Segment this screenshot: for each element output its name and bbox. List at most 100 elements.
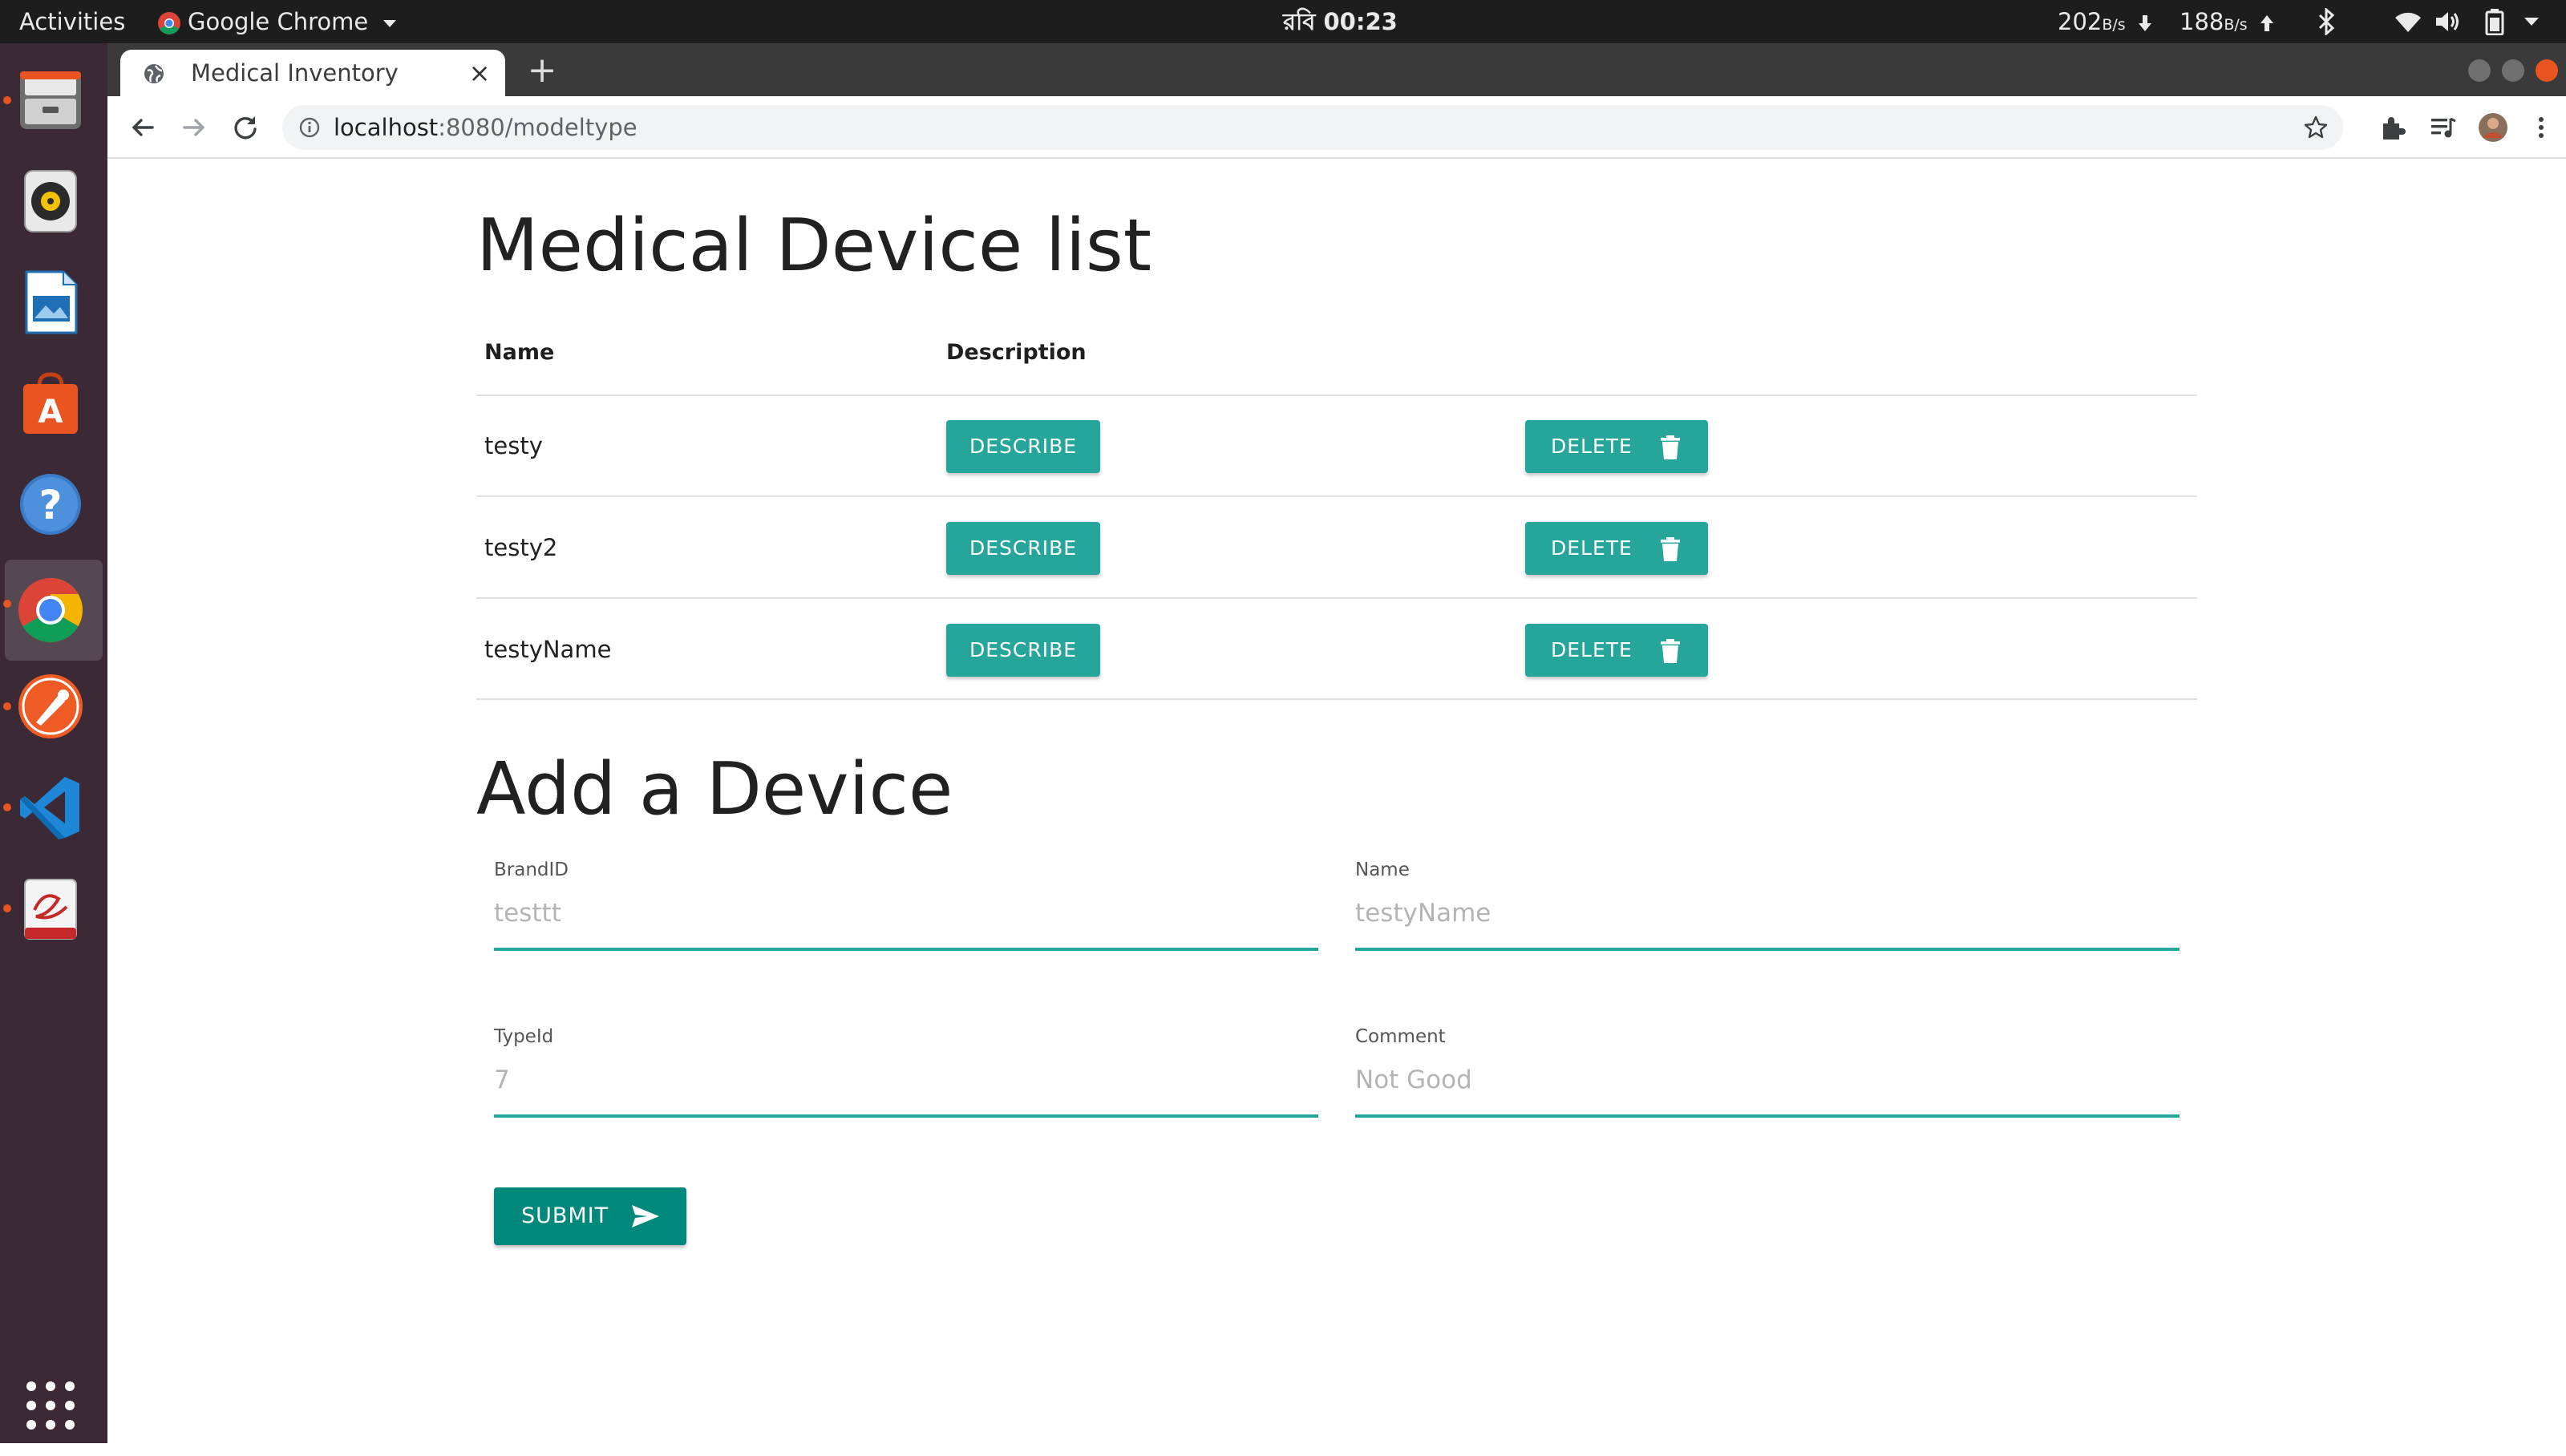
info-icon[interactable] [298,116,321,139]
add-device-heading: Add a Device [476,747,953,831]
window-close-icon[interactable] [2536,59,2558,82]
minimize-icon[interactable] [2468,59,2491,82]
name-input[interactable]: testyName [1355,901,1491,926]
net-up-unit: B/s [2224,16,2248,34]
submit-button[interactable]: SUBMIT [494,1187,686,1245]
device-name: testyName [484,636,612,663]
type-id-label: TypeId [494,1026,554,1047]
activities-button[interactable]: Activities [19,0,125,43]
tab-close-icon[interactable]: × [468,60,491,86]
name-label: Name [1355,859,1410,880]
table-divider [476,597,2197,599]
send-icon [632,1205,659,1227]
bookmark-star-icon[interactable] [2303,115,2329,140]
name-underline [1355,948,2179,951]
dock-vscode[interactable] [0,757,107,858]
running-indicator [3,803,11,811]
net-speed-up: 188B/s [2179,0,2274,43]
maximize-icon[interactable] [2502,59,2524,82]
trash-icon [1661,435,1680,459]
dock-files[interactable] [0,50,107,151]
comment-label: Comment [1355,1026,1446,1047]
url-text[interactable]: localhost:8080/modeltype [334,105,637,150]
bluetooth-icon[interactable] [2314,8,2338,35]
back-icon[interactable] [125,110,160,145]
forward-icon[interactable] [176,110,212,145]
describe-button[interactable]: DESCRIBE [946,420,1100,473]
help-icon: ? [20,474,81,535]
net-up-value: 188 [2179,8,2224,35]
chrome-icon [18,578,83,642]
address-bar[interactable]: localhost:8080/modeltype [282,105,2343,150]
dock: A ? [0,43,107,1443]
device-name: testy2 [484,534,558,561]
brand-id-underline [494,948,1318,951]
delete-button-label: DELETE [1551,536,1633,560]
table-divider [476,495,2197,497]
describe-button[interactable]: DESCRIBE [946,522,1100,575]
wifi-icon[interactable] [2394,10,2422,34]
battery-icon[interactable] [2484,8,2505,35]
delete-button-label: DELETE [1551,435,1633,458]
svg-text:?: ? [38,482,62,528]
clock[interactable]: রবি 00:23 [1283,0,1398,43]
dock-show-apps[interactable] [0,1355,107,1456]
comment-input[interactable]: Not Good [1355,1068,1472,1093]
reload-icon[interactable] [228,110,263,145]
brand-id-label: BrandID [494,859,569,880]
app-menu[interactable]: Google Chrome [157,0,398,43]
browser-toolbar: localhost:8080/modeltype [107,96,2566,159]
delete-button[interactable]: DELETE [1525,624,1708,677]
device-name: testy [484,432,543,459]
arrow-down-icon [2138,15,2151,31]
evince-icon [24,879,77,940]
column-header-description: Description [946,340,1087,365]
table-divider [476,394,2197,396]
delete-button-label: DELETE [1551,638,1633,661]
type-id-input[interactable]: 7 [494,1068,510,1093]
apps-grid-icon [26,1381,75,1430]
net-down-unit: B/s [2102,16,2126,34]
tab-medical-inventory[interactable]: Medical Inventory × [120,50,505,96]
dock-postman[interactable] [0,656,107,757]
new-tab-button[interactable]: + [523,53,561,91]
type-id-underline [494,1114,1318,1118]
dock-writer[interactable] [0,252,107,353]
delete-button[interactable]: DELETE [1525,522,1708,575]
device-list-heading: Medical Device list [476,204,1151,288]
url-host: localhost [334,114,439,141]
dock-rhythmbox[interactable] [0,151,107,252]
extensions-icon[interactable] [2377,112,2407,143]
page-content: Medical Device list Name Description tes… [107,159,2566,1443]
profile-avatar-icon[interactable] [2478,112,2508,143]
postman-icon [18,674,83,738]
vscode-icon [20,777,79,839]
trash-icon [1661,537,1680,561]
software-icon: A [23,372,78,434]
running-indicator [3,702,11,710]
system-menu-caret-icon[interactable] [2523,16,2540,27]
submit-button-label: SUBMIT [521,1203,609,1228]
volume-icon[interactable] [2434,10,2462,34]
media-control-icon[interactable] [2428,112,2459,143]
dock-help[interactable]: ? [0,454,107,555]
table-divider [476,698,2197,700]
svg-text:A: A [38,394,63,431]
chrome-menu-icon[interactable] [2526,112,2556,143]
comment-underline [1355,1114,2179,1118]
describe-button[interactable]: DESCRIBE [946,624,1100,677]
net-down-value: 202 [2058,8,2103,35]
net-speed-down: 202B/s [2058,0,2152,43]
arrow-up-icon [2260,15,2273,31]
column-header-name: Name [484,340,555,365]
brand-id-input[interactable]: testtt [494,901,561,926]
writer-icon [25,270,78,334]
dock-chrome[interactable] [3,560,103,661]
system-top-bar: Activities Google Chrome রবি 00:23 202B/… [0,0,2566,43]
app-menu-label: Google Chrome [188,8,369,35]
delete-button[interactable]: DELETE [1525,420,1708,473]
tab-strip: Medical Inventory × + [107,43,2566,96]
dock-evince[interactable] [0,858,107,959]
caret-down-icon [383,20,397,27]
dock-software[interactable]: A [0,353,107,454]
